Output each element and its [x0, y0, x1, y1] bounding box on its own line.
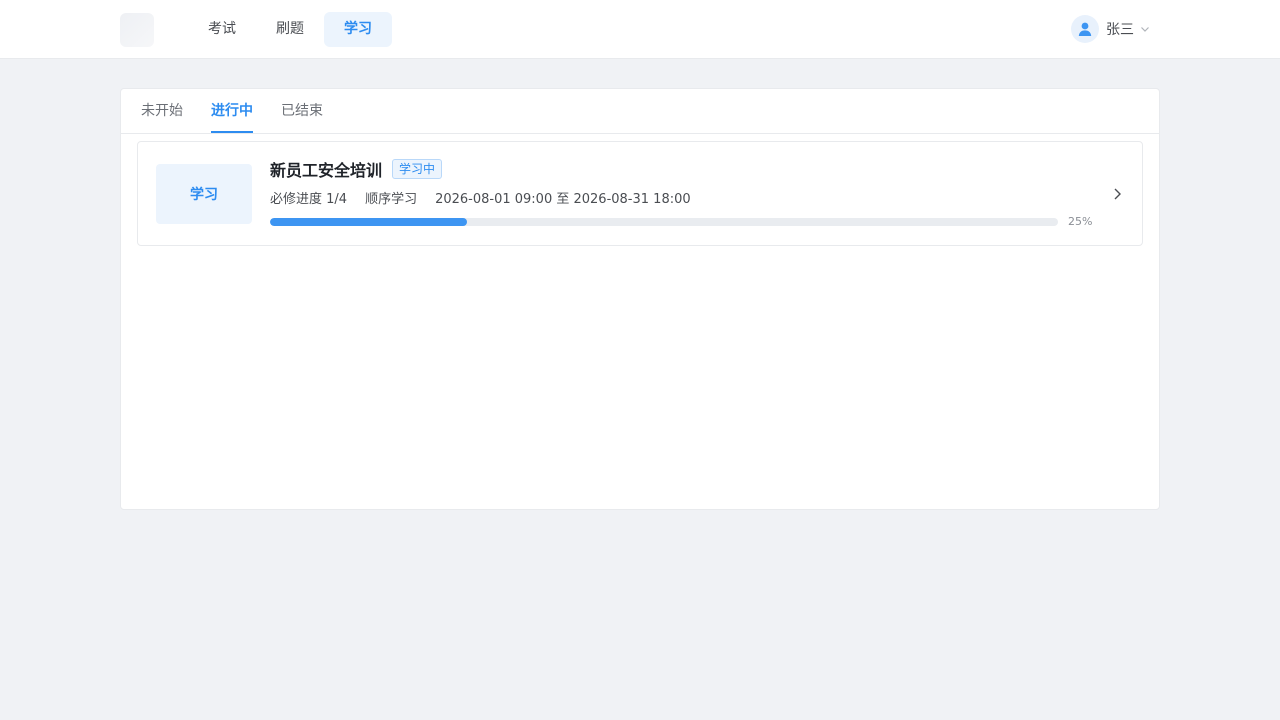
user-name[interactable]: 张三 — [1106, 19, 1134, 39]
app-logo[interactable] — [120, 13, 154, 47]
course-meta: 必修进度 1/4 顺序学习 2026-08-01 09:00 至 2026-08… — [270, 188, 709, 207]
tab-finished[interactable]: 已结束 — [281, 89, 323, 133]
top-bar: 考试 刷题 学习 张三 — [0, 0, 1280, 59]
progress-text: 25% — [1068, 215, 1093, 228]
nav-item-study[interactable]: 学习 — [324, 12, 392, 47]
course-title-row: 新员工安全培训 学习中 — [270, 157, 443, 181]
status-badge: 学习中 — [392, 159, 443, 179]
user-menu[interactable]: 张三 — [1071, 15, 1150, 43]
required-progress: 必修进度 1/4 — [270, 192, 348, 207]
study-panel: 未开始 进行中 已结束 学习 新员工安全培训 学习中 必修进度 1/4 顺序学习… — [120, 88, 1160, 510]
progress-fill — [270, 218, 467, 226]
chevron-right-icon[interactable] — [1112, 187, 1122, 201]
study-period: 2026-08-01 09:00 至 2026-08-31 18:00 — [435, 192, 691, 207]
main-nav: 考试 刷题 学习 — [188, 12, 392, 47]
course-title: 新员工安全培训 — [270, 161, 383, 180]
chevron-down-icon[interactable] — [1140, 24, 1150, 34]
course-thumbnail: 学习 — [156, 164, 252, 224]
status-tabs: 未开始 进行中 已结束 — [121, 89, 1159, 134]
nav-item-practice[interactable]: 刷题 — [256, 12, 324, 47]
progress-bar — [270, 218, 1058, 226]
study-mode: 顺序学习 — [365, 192, 418, 207]
nav-item-exam[interactable]: 考试 — [188, 12, 256, 47]
tab-in-progress[interactable]: 进行中 — [211, 89, 253, 133]
tab-not-started[interactable]: 未开始 — [141, 89, 183, 133]
course-card[interactable]: 学习 新员工安全培训 学习中 必修进度 1/4 顺序学习 2026-08-01 … — [137, 141, 1143, 246]
avatar[interactable] — [1071, 15, 1099, 43]
user-icon — [1078, 22, 1092, 36]
